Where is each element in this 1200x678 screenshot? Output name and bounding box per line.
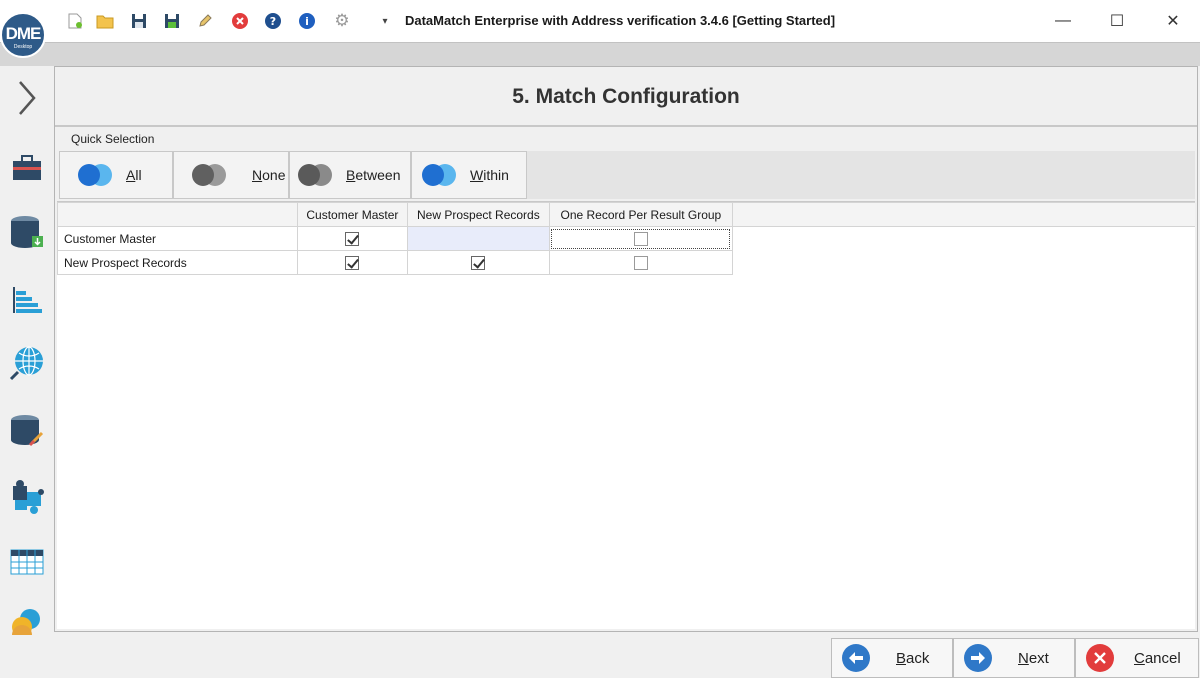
match-grid: Customer Master New Prospect Records One… <box>57 201 1195 629</box>
logo-text: DME <box>5 24 42 43</box>
cell-new-prospect-one-per-group[interactable] <box>548 250 733 275</box>
page-title: 5. Match Configuration <box>512 85 740 108</box>
maximize-button[interactable]: ☐ <box>1094 0 1140 42</box>
window-title: DataMatch Enterprise with Address verifi… <box>404 13 836 28</box>
cancel-x-icon <box>1086 644 1114 672</box>
select-none-button[interactable]: None <box>173 151 289 199</box>
quick-selection-label: Quick Selection <box>71 132 155 146</box>
row-filler <box>732 227 1195 251</box>
address-globe-icon[interactable] <box>7 343 47 383</box>
select-between-button[interactable]: Between <box>289 151 411 199</box>
circle-left <box>78 164 100 186</box>
ribbon-strip <box>0 42 1200 66</box>
cell-new-prospect-vs-customer-master[interactable] <box>296 250 408 275</box>
row-label-new-prospect: New Prospect Records <box>57 250 298 275</box>
bottom-bar: Back Next Cancel <box>0 638 1200 678</box>
checkbox[interactable] <box>633 255 648 270</box>
next-arrow-icon <box>964 644 992 672</box>
circle-left <box>192 164 214 186</box>
close-window-button[interactable]: ✕ <box>1150 0 1196 42</box>
profile-chart-icon[interactable] <box>7 280 47 320</box>
select-none-label: None <box>252 167 286 183</box>
cancel-label: Cancel <box>1134 649 1181 667</box>
table-row: Customer Master <box>57 226 1196 251</box>
column-header-empty <box>57 202 298 227</box>
logo-subtext: Desktop <box>13 44 33 50</box>
select-within-button[interactable]: Within <box>411 151 527 199</box>
checkbox[interactable] <box>345 255 360 270</box>
title-bar: ? i ⚙ ▾ DataMatch Enterprise with Addres… <box>0 0 1200 42</box>
expand-chevron-icon[interactable] <box>7 78 47 118</box>
main-panel: 5. Match Configuration Quick Selection A… <box>54 66 1198 632</box>
back-button[interactable]: Back <box>831 638 953 678</box>
cell-customer-master-vs-new-prospect <box>406 226 550 251</box>
all-circles-icon <box>78 164 114 186</box>
merge-icon[interactable] <box>7 600 47 640</box>
back-arrow-icon <box>842 644 870 672</box>
checkbox[interactable] <box>633 231 648 246</box>
data-cleanse-icon[interactable] <box>7 410 47 450</box>
between-circles-icon <box>298 164 334 186</box>
checkbox[interactable] <box>345 231 360 246</box>
data-import-icon[interactable] <box>7 212 47 252</box>
cancel-button[interactable]: Cancel <box>1075 638 1199 678</box>
column-header-one-record-per-group[interactable]: One Record Per Result Group <box>548 202 733 227</box>
row-filler <box>732 251 1195 275</box>
none-circles-icon <box>192 164 228 186</box>
column-header-new-prospect[interactable]: New Prospect Records <box>406 202 550 227</box>
results-grid-icon[interactable] <box>7 542 47 582</box>
project-briefcase-icon[interactable] <box>7 148 47 188</box>
cell-new-prospect-vs-new-prospect[interactable] <box>406 250 550 275</box>
next-label: Next <box>1018 649 1049 667</box>
row-label-customer-master: Customer Master <box>57 226 298 251</box>
circle-left <box>298 164 320 186</box>
table-header-row: Customer Master New Prospect Records One… <box>57 202 1195 227</box>
minimize-button[interactable]: — <box>1040 0 1086 42</box>
quick-selection-bar: All None Between Within <box>59 151 1195 199</box>
sidebar <box>0 66 54 638</box>
cell-customer-master-vs-customer-master[interactable] <box>296 226 408 251</box>
select-within-label: Within <box>470 167 509 183</box>
cell-customer-master-one-per-group[interactable] <box>548 226 733 251</box>
column-header-customer-master[interactable]: Customer Master <box>296 202 408 227</box>
select-all-button[interactable]: All <box>59 151 173 199</box>
circle-left <box>422 164 444 186</box>
match-table: Customer Master New Prospect Records One… <box>57 202 1195 275</box>
title-divider <box>55 125 1197 127</box>
select-all-label: All <box>126 167 142 183</box>
column-header-filler <box>731 202 1195 227</box>
next-button[interactable]: Next <box>953 638 1075 678</box>
checkbox[interactable] <box>471 255 486 270</box>
table-row: New Prospect Records <box>57 250 1196 275</box>
app-logo: DME Desktop <box>0 12 46 58</box>
select-between-label: Between <box>346 167 401 183</box>
within-circles-icon <box>422 164 458 186</box>
back-label: Back <box>896 649 930 667</box>
match-puzzle-icon[interactable] <box>7 476 47 516</box>
